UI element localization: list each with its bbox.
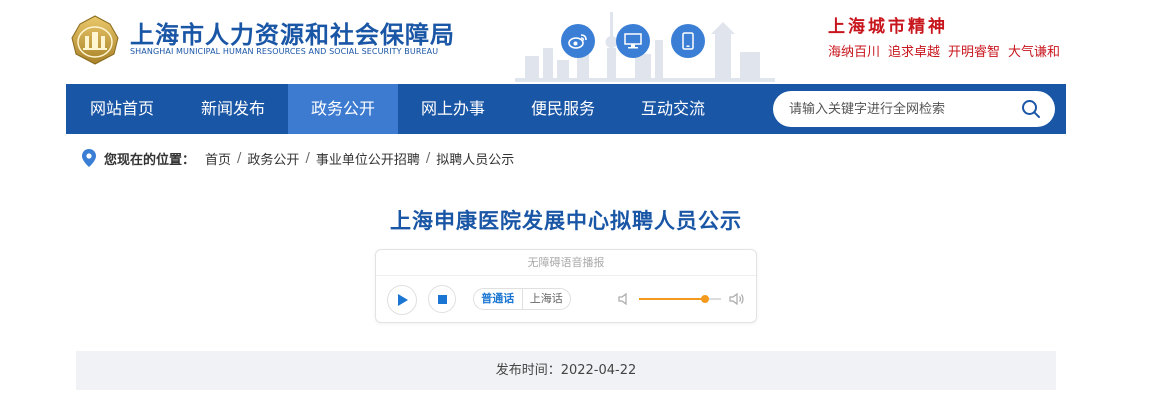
publish-label: 发布时间： — [495, 363, 561, 378]
audio-player: 无障碍语音播报 普通话 上海话 — [375, 249, 757, 323]
breadcrumb-label: 您现在的位置： — [104, 152, 196, 168]
mobile-icon — [682, 32, 694, 50]
lang-shanghainese[interactable]: 上海话 — [521, 289, 571, 309]
breadcrumb-separator: / — [425, 150, 431, 166]
lang-mandarin[interactable]: 普通话 — [474, 289, 522, 309]
nav-item-public-services[interactable]: 便民服务 — [508, 84, 618, 134]
city-spirit-title: 上海城市精神 — [828, 17, 948, 37]
bureau-emblem-icon[interactable] — [66, 14, 124, 66]
play-icon — [398, 294, 408, 306]
stop-icon — [437, 294, 447, 304]
nav-item-online-services[interactable]: 网上办事 — [398, 84, 508, 134]
nav-item-home[interactable]: 网站首页 — [66, 84, 178, 134]
breadcrumb-recruitment[interactable]: 事业单位公开招聘 — [316, 149, 420, 168]
spirit-word: 追求卓越 — [888, 45, 941, 60]
article-title: 上海申康医院发展中心拟聘人员公示 — [390, 209, 742, 233]
site-title[interactable]: 上海市人力资源和社会保障局 — [130, 15, 455, 50]
search-box — [773, 91, 1055, 127]
play-button[interactable] — [387, 285, 417, 315]
breadcrumb-current[interactable]: 拟聘人员公示 — [436, 149, 514, 168]
publish-info: 发布时间：2022-04-22 — [76, 351, 1056, 390]
volume-low-icon[interactable] — [618, 292, 632, 306]
weibo-button[interactable] — [561, 24, 595, 58]
search-input[interactable] — [789, 99, 1009, 119]
volume-knob[interactable] — [700, 295, 709, 303]
spirit-word: 开明睿智 — [948, 45, 1001, 60]
volume-slider[interactable] — [639, 295, 721, 303]
nav-item-news[interactable]: 新闻发布 — [178, 84, 288, 134]
mobile-version-button[interactable] — [671, 24, 705, 58]
breadcrumb-home[interactable]: 首页 — [205, 149, 231, 168]
language-toggle: 普通话 上海话 — [473, 288, 571, 310]
nav-item-government-affairs[interactable]: 政务公开 — [288, 84, 398, 134]
breadcrumb-separator: / — [237, 150, 242, 166]
main-nav: 网站首页 新闻发布 政务公开 网上办事 便民服务 互动交流 — [66, 84, 1066, 134]
spirit-word: 大气谦和 — [1008, 45, 1061, 60]
site-title-english: SHANGHAI MUNICIPAL HUMAN RESOURCES AND S… — [130, 47, 439, 56]
breadcrumb-government-affairs[interactable]: 政务公开 — [247, 149, 299, 168]
stop-button[interactable] — [428, 285, 456, 313]
breadcrumb-separator: / — [305, 150, 310, 166]
volume-high-icon[interactable] — [729, 291, 745, 307]
search-icon[interactable] — [1021, 99, 1041, 119]
desktop-icon — [624, 33, 642, 49]
site-header: 上海市人力资源和社会保障局 SHANGHAI MUNICIPAL HUMAN R… — [0, 0, 1176, 84]
breadcrumb: 您现在的位置： 首页 / 政务公开 / 事业单位公开招聘 / 拟聘人员公示 — [82, 149, 514, 168]
volume-fill — [639, 298, 705, 300]
city-spirit-words: 海纳百川 追求卓越 开明睿智 大气谦和 — [828, 41, 1068, 60]
desktop-version-button[interactable] — [616, 24, 650, 58]
location-pin-icon — [82, 149, 96, 167]
spirit-word: 海纳百川 — [828, 45, 881, 60]
publish-date: 2022-04-22 — [560, 363, 637, 378]
weibo-icon — [568, 34, 587, 49]
nav-item-interaction[interactable]: 互动交流 — [618, 84, 728, 134]
player-label: 无障碍语音播报 — [376, 250, 756, 276]
